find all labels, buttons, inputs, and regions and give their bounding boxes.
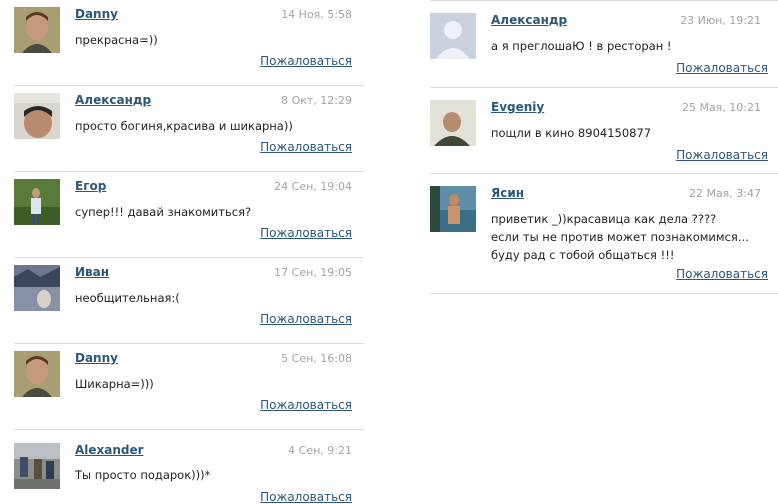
report-link[interactable]: Пожаловаться bbox=[260, 226, 352, 240]
comment-item: Alexander 4 Сен, 9:21 Ты просто подарок)… bbox=[14, 430, 364, 504]
avatar[interactable] bbox=[14, 265, 60, 311]
avatar[interactable] bbox=[430, 186, 476, 232]
comment-date: 4 Сен, 9:21 bbox=[288, 444, 352, 457]
comment-date: 5 Сен, 16:08 bbox=[281, 352, 352, 365]
comment-item: Evgeniy 25 Мая, 10:21 пощли в кино 89041… bbox=[430, 88, 778, 174]
comment-item: Ясин 22 Мая, 3:47 приветик _))красавица … bbox=[430, 174, 778, 294]
comment-author-link[interactable]: Danny bbox=[75, 351, 118, 365]
report-link[interactable]: Пожаловаться bbox=[260, 140, 352, 154]
avatar[interactable] bbox=[14, 351, 60, 397]
avatar[interactable] bbox=[14, 179, 60, 225]
comment-item: Егор 24 Сен, 19:04 супер!!! давай знаком… bbox=[14, 172, 364, 258]
comment-date: 24 Сен, 19:04 bbox=[274, 180, 352, 193]
comments-column-right: Александр 23 Июн, 19:21 а я преглошаЮ ! … bbox=[430, 0, 778, 294]
comment-text: а я преглошаЮ ! в ресторан ! bbox=[491, 39, 672, 53]
comment-author-link[interactable]: Evgeniy bbox=[491, 100, 544, 114]
comment-item: Danny 14 Ноя, 5:58 прекрасна=)) Пожалова… bbox=[14, 0, 364, 86]
comment-date: 23 Июн, 19:21 bbox=[680, 14, 761, 27]
comment-text: Ты просто подарок)))* bbox=[75, 468, 211, 482]
report-link[interactable]: Пожаловаться bbox=[260, 398, 352, 412]
comment-date: 25 Мая, 10:21 bbox=[681, 101, 761, 114]
comment-author-link[interactable]: Danny bbox=[75, 7, 118, 21]
report-link[interactable]: Пожаловаться bbox=[676, 148, 768, 162]
comment-date: 8 Окт, 12:29 bbox=[281, 94, 352, 107]
avatar[interactable] bbox=[430, 13, 476, 59]
comment-author-link[interactable]: Александр bbox=[75, 93, 151, 107]
comment-author-link[interactable]: Александр bbox=[491, 13, 567, 27]
report-link[interactable]: Пожаловаться bbox=[676, 267, 768, 281]
comment-text: пощли в кино 8904150877 bbox=[491, 126, 652, 140]
comment-date: 17 Сен, 19:05 bbox=[274, 266, 352, 279]
comment-text: необщительная:( bbox=[75, 291, 180, 305]
avatar[interactable] bbox=[14, 7, 60, 53]
comment-author-link[interactable]: Егор bbox=[75, 179, 106, 193]
comment-item: Александр 8 Окт, 12:29 просто богиня,кра… bbox=[14, 86, 364, 172]
report-link[interactable]: Пожаловаться bbox=[676, 61, 768, 75]
comment-text: супер!!! давай знакомиться? bbox=[75, 205, 252, 219]
comment-item: Александр 23 Июн, 19:21 а я преглошаЮ ! … bbox=[430, 0, 778, 88]
report-link[interactable]: Пожаловаться bbox=[260, 312, 352, 326]
avatar[interactable] bbox=[14, 443, 60, 489]
comment-item: Иван 17 Сен, 19:05 необщительная:( Пожал… bbox=[14, 258, 364, 344]
comment-author-link[interactable]: Alexander bbox=[75, 443, 144, 457]
comment-text: просто богиня,красива и шикарна)) bbox=[75, 119, 293, 133]
comment-text: Шикарна=))) bbox=[75, 377, 154, 391]
avatar[interactable] bbox=[14, 93, 60, 139]
comment-date: 14 Ноя, 5:58 bbox=[281, 8, 352, 21]
report-link[interactable]: Пожаловаться bbox=[260, 54, 352, 68]
comment-date: 22 Мая, 3:47 bbox=[688, 187, 761, 200]
comment-author-link[interactable]: Иван bbox=[75, 265, 109, 279]
report-link[interactable]: Пожаловаться bbox=[260, 490, 352, 504]
comments-column-left: Danny 14 Ноя, 5:58 прекрасна=)) Пожалова… bbox=[14, 0, 364, 504]
comment-text: приветик _))красавица как дела ???? если… bbox=[491, 212, 749, 262]
comment-author-link[interactable]: Ясин bbox=[491, 186, 524, 200]
comment-text: прекрасна=)) bbox=[75, 33, 158, 47]
comment-item: Danny 5 Сен, 16:08 Шикарна=))) Пожаловат… bbox=[14, 344, 364, 430]
avatar[interactable] bbox=[430, 100, 476, 146]
